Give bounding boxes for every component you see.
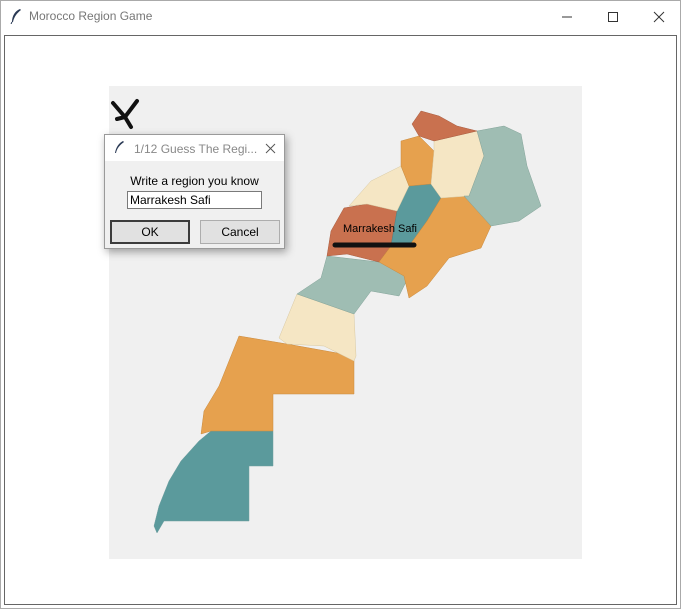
close-icon (653, 11, 665, 22)
close-button[interactable] (636, 1, 681, 32)
pointer-arrow-icon (111, 99, 139, 129)
maximize-button[interactable] (590, 1, 636, 32)
region-dakhla (153, 430, 274, 534)
region-label: Marrakesh Safi (343, 223, 417, 235)
feather-icon (10, 9, 21, 24)
region-rabat-sale (400, 135, 435, 187)
dialog-prompt: Write a region you know (130, 174, 259, 188)
region-casablanca-settat (348, 165, 410, 212)
feather-icon (115, 141, 124, 153)
title-bar[interactable]: Morocco Region Game (1, 1, 680, 32)
ok-button[interactable]: OK (110, 220, 190, 244)
cancel-button[interactable]: Cancel (200, 220, 280, 244)
main-window: Morocco Region Game Marrakesh Safi 1/12 … (0, 0, 681, 609)
minimize-button[interactable] (544, 1, 590, 32)
guess-dialog: 1/12 Guess The Regi... Write a region yo… (104, 134, 285, 249)
minimize-icon (562, 16, 572, 17)
region-laayoune (200, 335, 355, 435)
region-input[interactable]: Marrakesh Safi (127, 191, 262, 209)
maximize-icon (608, 11, 618, 22)
window-title: Morocco Region Game (29, 9, 153, 23)
close-icon (265, 143, 275, 153)
dialog-close-button[interactable] (260, 138, 280, 158)
dialog-title: 1/12 Guess The Regi... (134, 142, 258, 156)
dialog-title-bar[interactable]: 1/12 Guess The Regi... (105, 135, 284, 161)
